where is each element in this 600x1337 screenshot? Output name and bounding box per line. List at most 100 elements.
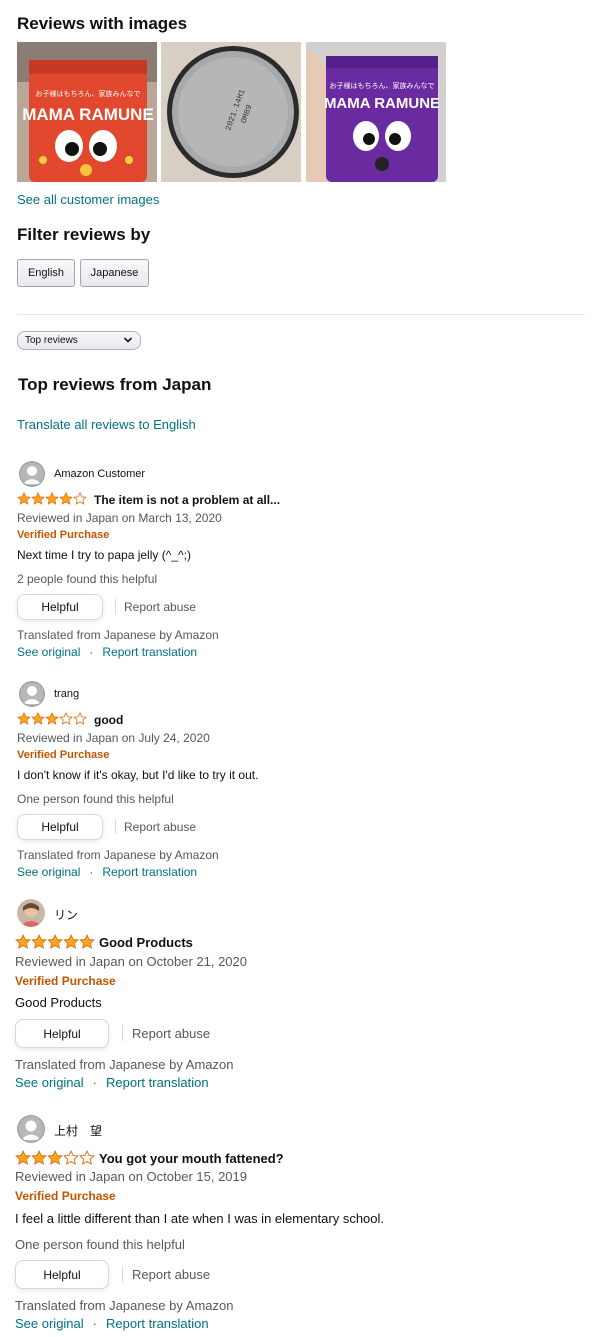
translation-links: See original · Report translation — [17, 865, 197, 879]
translated-notice: Translated from Japanese by Amazon — [17, 848, 219, 862]
star-filled-icon — [63, 934, 79, 949]
sort-dropdown[interactable]: Top reviews — [17, 331, 141, 350]
star-filled-icon — [31, 712, 45, 725]
see-all-customer-images-link[interactable]: See all customer images — [17, 192, 159, 207]
verified-purchase-badge: Verified Purchase — [15, 974, 116, 988]
review-body: I don't know if it's okay, but I'd like … — [17, 768, 259, 782]
svg-text:お子様はもちろん、家族みんなで: お子様はもちろん、家族みんなで — [330, 81, 435, 90]
images-heading: Reviews with images — [17, 14, 188, 33]
star-filled-icon — [31, 1150, 47, 1165]
review-date: Reviewed in Japan on July 24, 2020 — [17, 731, 210, 745]
report-translation-link[interactable]: Report translation — [106, 1075, 209, 1090]
sort-selected-label: Top reviews — [25, 335, 78, 346]
can-lid-image[interactable]: 2021.14H1 OM89 — [161, 42, 301, 182]
verified-purchase-badge: Verified Purchase — [17, 529, 110, 541]
dot-separator: · — [89, 865, 94, 879]
dot-separator: · — [89, 645, 94, 659]
star-filled-icon — [15, 1150, 31, 1165]
reviewer-name[interactable]: 上村 望 — [54, 1122, 102, 1139]
star-empty-icon — [73, 712, 87, 725]
review-title[interactable]: You got your mouth fattened? — [99, 1151, 284, 1166]
avatar[interactable] — [19, 681, 45, 707]
translation-links: See original · Report translation — [15, 1075, 209, 1090]
star-rating — [15, 1150, 95, 1165]
star-filled-icon — [15, 934, 31, 949]
filter-english-button[interactable]: English — [17, 259, 75, 287]
star-empty-icon — [79, 1150, 95, 1165]
star-filled-icon — [31, 934, 47, 949]
see-original-link[interactable]: See original — [15, 1075, 84, 1090]
see-original-link[interactable]: See original — [17, 645, 80, 659]
report-translation-link[interactable]: Report translation — [106, 1316, 209, 1331]
star-filled-icon — [79, 934, 95, 949]
avatar[interactable] — [19, 461, 45, 487]
avatar[interactable] — [17, 899, 45, 927]
review-body: Next time I try to papa jelly (^_^;) — [17, 548, 191, 562]
divider — [122, 1266, 123, 1282]
report-abuse-link[interactable]: Report abuse — [132, 1026, 210, 1041]
review-title[interactable]: good — [94, 713, 123, 727]
dot-separator: · — [92, 1075, 97, 1090]
star-filled-icon — [45, 492, 59, 505]
translation-links: See original · Report translation — [17, 645, 197, 659]
translated-notice: Translated from Japanese by Amazon — [15, 1057, 234, 1072]
report-abuse-link[interactable]: Report abuse — [124, 820, 196, 834]
report-translation-link[interactable]: Report translation — [102, 865, 197, 879]
star-filled-icon — [17, 492, 31, 505]
helpful-count: One person found this helpful — [17, 792, 174, 806]
review-date: Reviewed in Japan on October 15, 2019 — [15, 1169, 247, 1184]
review-date: Reviewed in Japan on March 13, 2020 — [17, 511, 222, 525]
svg-text:MAMA RAMUNE: MAMA RAMUNE — [22, 105, 154, 124]
helpful-button[interactable]: Helpful — [17, 594, 103, 620]
helpful-count: 2 people found this helpful — [17, 572, 158, 586]
star-rating — [17, 492, 87, 505]
chevron-down-icon — [123, 335, 133, 348]
svg-text:MAMA RAMUNE: MAMA RAMUNE — [324, 95, 440, 112]
helpful-count: One person found this helpful — [15, 1237, 185, 1252]
see-original-link[interactable]: See original — [17, 865, 80, 879]
verified-purchase-badge: Verified Purchase — [17, 749, 110, 761]
reviewer-name[interactable]: trang — [54, 688, 79, 700]
filter-heading: Filter reviews by — [17, 225, 151, 244]
review-title[interactable]: The item is not a problem at all... — [94, 493, 280, 507]
helpful-button[interactable]: Helpful — [17, 814, 103, 840]
star-rating — [17, 712, 87, 725]
translated-notice: Translated from Japanese by Amazon — [15, 1298, 234, 1313]
avatar[interactable] — [17, 1115, 45, 1143]
translated-notice: Translated from Japanese by Amazon — [17, 628, 219, 642]
helpful-button[interactable]: Helpful — [15, 1260, 109, 1289]
filter-japanese-button[interactable]: Japanese — [80, 259, 149, 287]
star-rating — [15, 934, 95, 949]
translate-all-link[interactable]: Translate all reviews to English — [17, 417, 196, 432]
star-filled-icon — [47, 1150, 63, 1165]
purple-mama-ramune-can-image[interactable]: お子様はもちろん、家族みんなで MAMA RAMUNE — [306, 42, 446, 182]
divider — [115, 819, 116, 834]
review-body: I feel a little different than I ate whe… — [15, 1211, 385, 1226]
report-abuse-link[interactable]: Report abuse — [132, 1267, 210, 1282]
star-filled-icon — [59, 492, 73, 505]
top-reviews-heading: Top reviews from Japan — [18, 375, 212, 394]
divider — [122, 1025, 123, 1041]
translation-links: See original · Report translation — [15, 1316, 209, 1331]
reviewer-name[interactable]: リン — [54, 906, 78, 923]
star-filled-icon — [47, 934, 63, 949]
reviewer-name[interactable]: Amazon Customer — [54, 468, 145, 480]
dot-separator: · — [92, 1316, 97, 1331]
divider — [17, 314, 585, 315]
review-body: Good Products — [15, 995, 102, 1010]
red-mama-ramune-can-image[interactable]: お子様はもちろん、家族みんなで MAMA RAMUNE — [17, 42, 157, 182]
report-abuse-link[interactable]: Report abuse — [124, 600, 196, 614]
svg-text:お子様はもちろん、家族みんなで: お子様はもちろん、家族みんなで — [36, 89, 141, 98]
review-title[interactable]: Good Products — [99, 935, 193, 950]
see-original-link[interactable]: See original — [15, 1316, 84, 1331]
helpful-button[interactable]: Helpful — [15, 1019, 109, 1048]
report-translation-link[interactable]: Report translation — [102, 645, 197, 659]
star-empty-icon — [59, 712, 73, 725]
star-empty-icon — [73, 492, 87, 505]
star-filled-icon — [17, 712, 31, 725]
review-date: Reviewed in Japan on October 21, 2020 — [15, 954, 247, 969]
verified-purchase-badge: Verified Purchase — [15, 1189, 116, 1203]
divider — [115, 599, 116, 614]
star-filled-icon — [45, 712, 59, 725]
star-empty-icon — [63, 1150, 79, 1165]
